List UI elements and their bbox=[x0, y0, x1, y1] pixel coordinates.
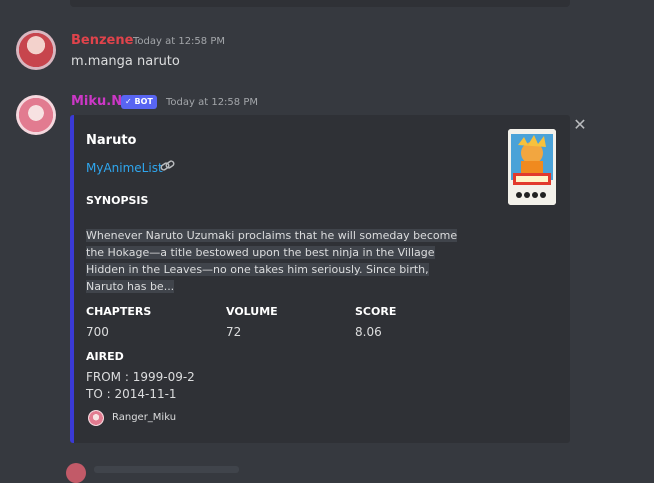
embed-footer: Ranger_Miku bbox=[112, 412, 177, 423]
score-value: 8.06 bbox=[355, 325, 382, 339]
timestamp: Today at 12:58 PM bbox=[133, 36, 225, 47]
score-label: SCORE bbox=[355, 305, 397, 318]
synopsis-text: Whenever Naruto Uzumaki proclaims that h… bbox=[86, 229, 458, 293]
avatar[interactable] bbox=[16, 95, 56, 135]
footer-avatar bbox=[88, 410, 104, 426]
aired-label: AIRED bbox=[86, 350, 124, 363]
timestamp: Today at 12:58 PM bbox=[166, 97, 258, 108]
chapters-label: CHAPTERS bbox=[86, 305, 152, 318]
username[interactable]: Miku.N bbox=[71, 94, 122, 109]
previous-message-bar bbox=[70, 0, 570, 7]
aired-to: TO : 2014-11-1 bbox=[86, 387, 177, 401]
myanimelist-link[interactable]: MyAnimeList bbox=[86, 161, 163, 175]
aired-dates: FROM : 1999-09-2 TO : 2014-11-1 bbox=[86, 369, 195, 403]
bot-badge: ✓ BOT bbox=[121, 95, 157, 109]
avatar[interactable] bbox=[16, 30, 56, 70]
manga-cover-thumbnail[interactable] bbox=[508, 129, 556, 205]
synopsis-heading: SYNOPSIS bbox=[86, 194, 149, 207]
volume-label: VOLUME bbox=[226, 305, 278, 318]
username[interactable]: Benzene bbox=[71, 33, 133, 48]
link-icon bbox=[160, 160, 175, 171]
message-content: m.manga naruto bbox=[71, 54, 180, 69]
manga-embed: Naruto MyAnimeList SYNOPSIS Whenever Nar… bbox=[70, 115, 570, 443]
chapters-value: 700 bbox=[86, 325, 109, 339]
aired-from: FROM : 1999-09-2 bbox=[86, 370, 195, 384]
volume-value: 72 bbox=[226, 325, 242, 339]
close-icon[interactable]: ✕ bbox=[572, 115, 588, 134]
next-message-avatar bbox=[66, 463, 86, 483]
embed-title: Naruto bbox=[86, 133, 137, 148]
